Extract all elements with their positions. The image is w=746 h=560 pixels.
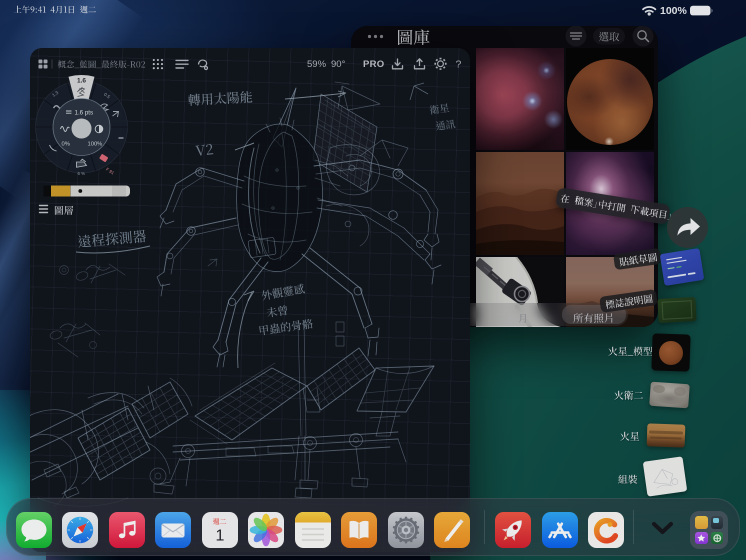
svg-text:1: 1	[215, 528, 224, 545]
svg-text:1.6 pts: 1.6 pts	[75, 110, 94, 117]
svg-text:6 %: 6 %	[78, 171, 86, 176]
svg-text:100%: 100%	[88, 142, 103, 148]
svg-text:100%: 100%	[660, 5, 688, 17]
svg-text:1.6: 1.6	[77, 78, 86, 85]
svg-text:0%: 0%	[62, 142, 70, 148]
svg-text:F 91: F 91	[105, 167, 116, 176]
